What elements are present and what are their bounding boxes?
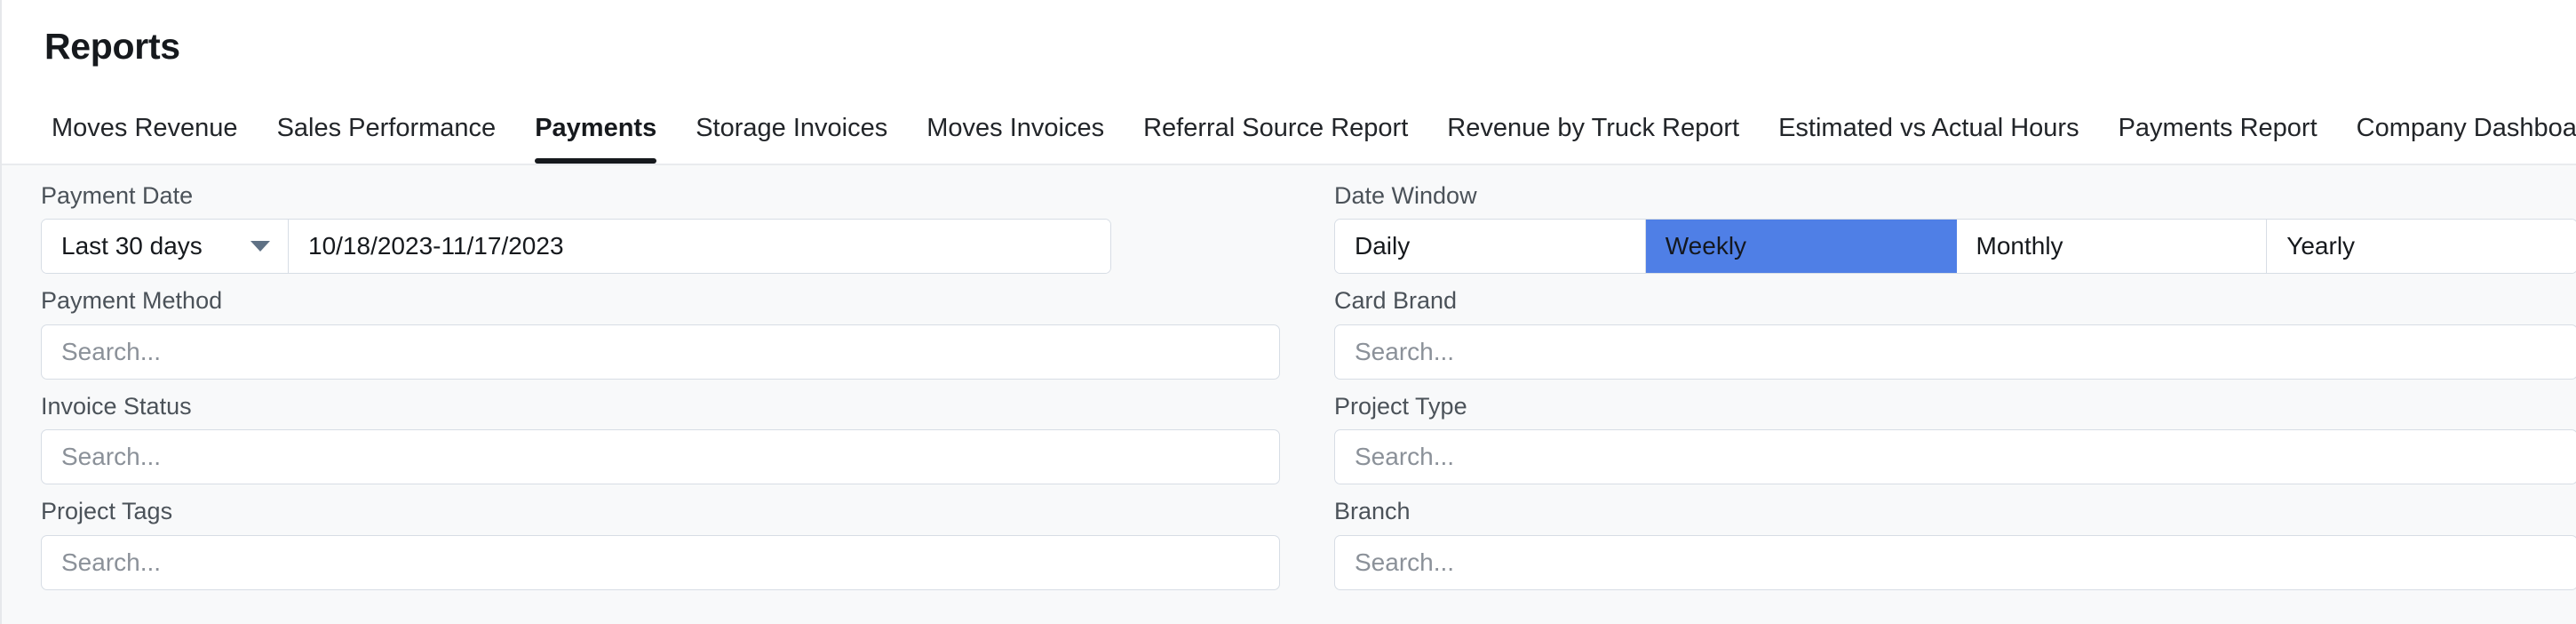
reports-page: Reports Moves Revenue Sales Performance … <box>0 0 2576 624</box>
chevron-down-icon <box>250 241 270 252</box>
tab-revenue-by-truck-report[interactable]: Revenue by Truck Report <box>1447 92 1739 164</box>
report-tabs[interactable]: Moves Revenue Sales Performance Payments… <box>2 92 2576 165</box>
search-placeholder: Search... <box>61 548 162 576</box>
filter-payment-date: Payment Date Last 30 days 10/18/2023-11/… <box>41 181 1302 286</box>
tab-referral-source-report[interactable]: Referral Source Report <box>1143 92 1408 164</box>
tab-moves-invoices[interactable]: Moves Invoices <box>926 92 1104 164</box>
page-title: Reports <box>44 25 180 67</box>
tab-label: Estimated vs Actual Hours <box>1778 113 2079 142</box>
filter-label: Branch <box>1334 498 1411 525</box>
filter-label: Card Brand <box>1334 287 1458 315</box>
search-placeholder: Search... <box>1355 337 1455 365</box>
tab-moves-revenue[interactable]: Moves Revenue <box>52 92 238 164</box>
tab-label: Revenue by Truck Report <box>1447 113 1740 142</box>
filter-invoice-status: Invoice Status Search... <box>41 392 1302 497</box>
filter-payment-method: Payment Method Search... <box>41 286 1302 391</box>
card-brand-search-input[interactable]: Search... <box>1334 324 2576 380</box>
search-placeholder: Search... <box>1355 443 1455 471</box>
filter-branch: Branch Search... <box>1334 497 2576 602</box>
filter-date-window: Date Window Daily Weekly Monthly Yearly <box>1334 181 2576 286</box>
payment-date-range-input[interactable]: 10/18/2023-11/17/2023 <box>289 220 1110 274</box>
tab-label: Payments Report <box>2118 113 2318 142</box>
filter-label: Project Type <box>1334 392 1467 420</box>
date-window-option-weekly[interactable]: Weekly <box>1645 220 1957 274</box>
date-window-option-monthly[interactable]: Monthly <box>1956 220 2268 274</box>
search-placeholder: Search... <box>61 443 162 471</box>
tab-label: Sales Performance <box>276 113 497 142</box>
filter-project-type: Project Type Search... <box>1334 392 2576 497</box>
payment-date-preset-value: Last 30 days <box>61 232 203 260</box>
filter-project-tags: Project Tags Search... <box>41 497 1302 602</box>
tab-storage-invoices[interactable]: Storage Invoices <box>696 92 887 164</box>
tab-label: Payments <box>535 113 657 142</box>
filter-label: Project Tags <box>41 498 173 525</box>
payment-date-preset-select[interactable]: Last 30 days <box>42 220 289 274</box>
project-type-search-input[interactable]: Search... <box>1334 429 2576 485</box>
page-header: Reports <box>2 0 2576 92</box>
filter-label: Date Window <box>1334 182 1477 209</box>
filter-panel: Payment Date Last 30 days 10/18/2023-11/… <box>2 165 2576 624</box>
tab-label: Moves Revenue <box>52 113 238 142</box>
tab-label: Storage Invoices <box>696 113 888 142</box>
filter-label: Payment Method <box>41 287 223 315</box>
project-tags-search-input[interactable]: Search... <box>41 534 1280 590</box>
filter-label: Payment Date <box>41 182 194 209</box>
search-placeholder: Search... <box>1355 548 1455 576</box>
filter-label: Invoice Status <box>41 392 192 420</box>
tab-label: Referral Source Report <box>1143 113 1409 142</box>
date-window-option-daily[interactable]: Daily <box>1335 220 1646 274</box>
tab-sales-performance[interactable]: Sales Performance <box>277 92 497 164</box>
invoice-status-search-input[interactable]: Search... <box>41 429 1280 485</box>
tab-payments[interactable]: Payments <box>535 92 657 164</box>
filter-card-brand: Card Brand Search... <box>1334 286 2576 391</box>
date-window-option-yearly[interactable]: Yearly <box>2267 220 2576 274</box>
payment-date-control[interactable]: Last 30 days 10/18/2023-11/17/2023 <box>41 219 1111 275</box>
tab-estimated-vs-actual-hours[interactable]: Estimated vs Actual Hours <box>1778 92 2079 164</box>
branch-search-input[interactable]: Search... <box>1334 534 2576 590</box>
tab-label: Moves Invoices <box>926 113 1105 142</box>
payment-method-search-input[interactable]: Search... <box>41 324 1280 380</box>
search-placeholder: Search... <box>61 337 162 365</box>
date-window-segmented-control[interactable]: Daily Weekly Monthly Yearly <box>1334 219 2576 275</box>
tab-label: Company Dashboard <box>2356 113 2576 142</box>
tab-payments-report[interactable]: Payments Report <box>2119 92 2318 164</box>
tab-company-dashboard[interactable]: Company Dashboard <box>2357 92 2576 164</box>
